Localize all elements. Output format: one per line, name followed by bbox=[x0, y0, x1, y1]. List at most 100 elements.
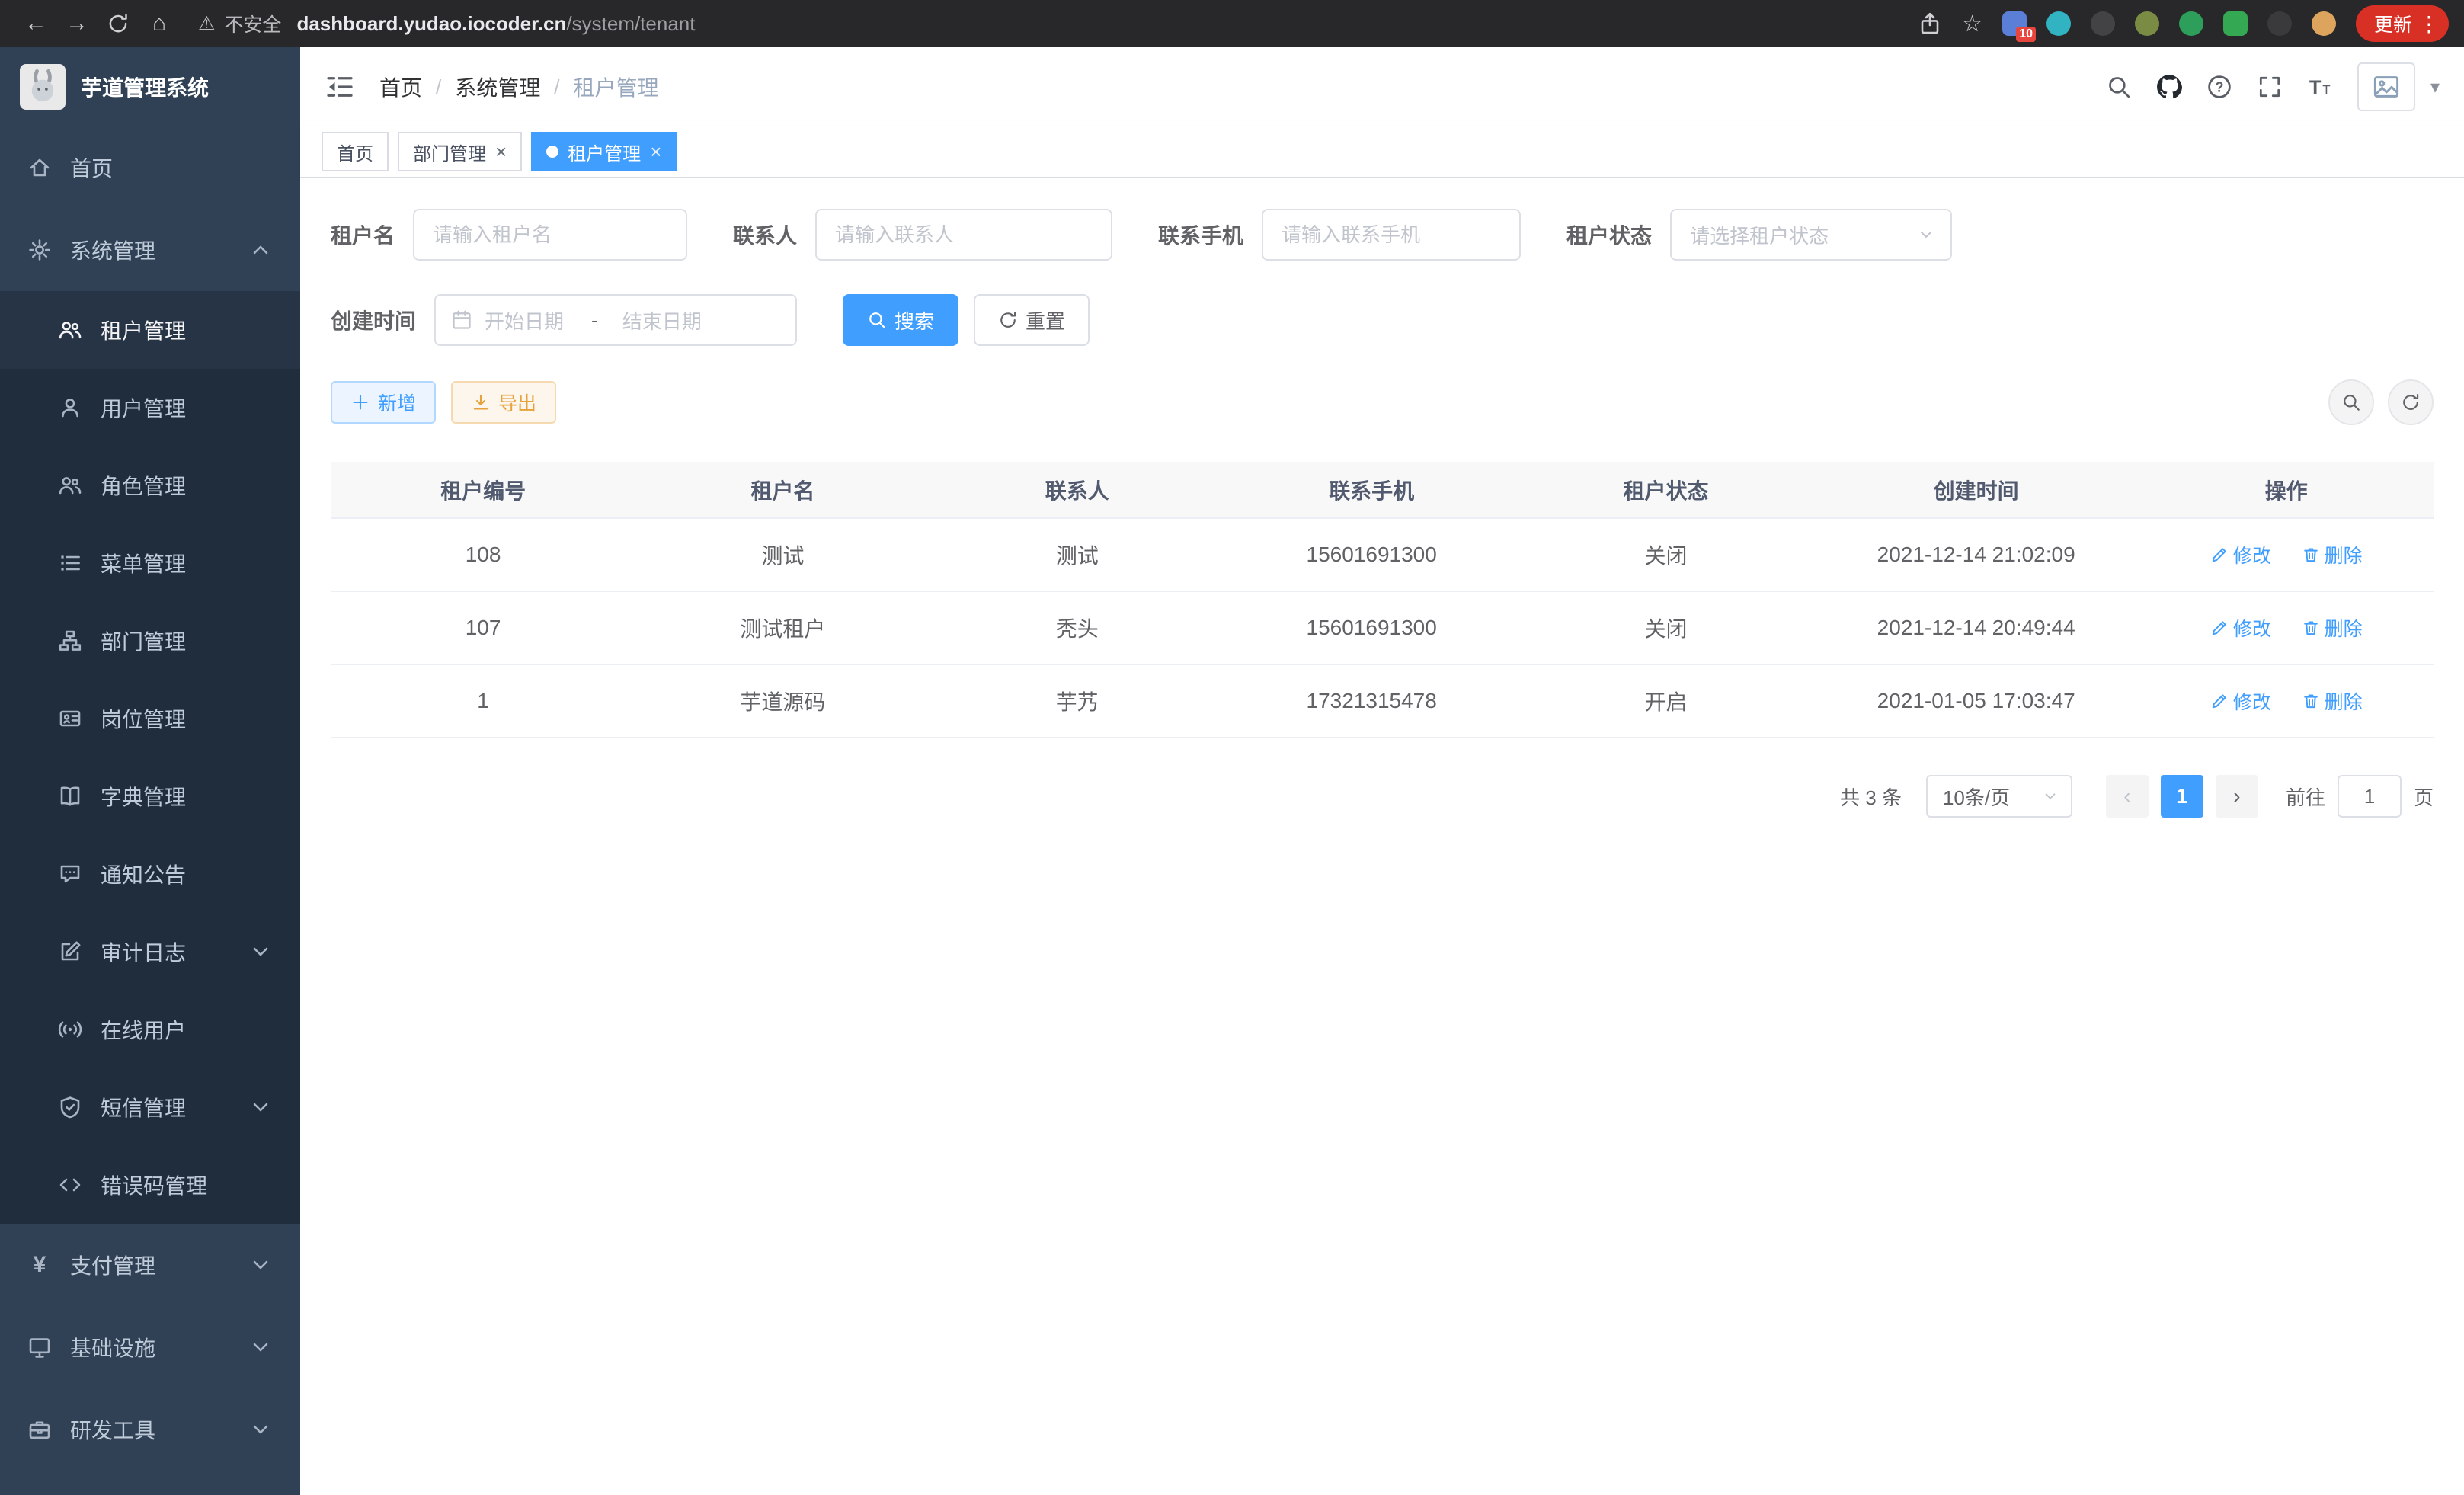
book-icon bbox=[58, 784, 82, 808]
search-button[interactable]: 搜索 bbox=[843, 294, 958, 346]
chevron-down-icon bbox=[248, 1335, 273, 1359]
cell-tenant-name: 测试 bbox=[635, 518, 930, 591]
goto-page-input[interactable] bbox=[2338, 775, 2402, 818]
toggle-search-button[interactable] bbox=[2328, 379, 2374, 425]
security-label[interactable]: 不安全 bbox=[224, 10, 281, 37]
goto-label: 前往 bbox=[2286, 783, 2325, 811]
tenant-status-label: 租户状态 bbox=[1566, 219, 1652, 250]
sidebar-item-tenant[interactable]: 租户管理 bbox=[0, 291, 300, 369]
download-icon bbox=[471, 392, 491, 412]
pagination: 共 3 条 10条/页 ‹ 1 › 前往 页 bbox=[331, 775, 2434, 818]
table-row: 107 测试租户 秃头 15601691300 关闭 2021-12-14 20… bbox=[331, 591, 2434, 664]
contact-input[interactable] bbox=[815, 209, 1112, 261]
mobile-input[interactable] bbox=[1262, 209, 1521, 261]
caret-down-icon[interactable]: ▾ bbox=[2430, 76, 2440, 98]
avatar[interactable] bbox=[2357, 62, 2415, 111]
add-button[interactable]: 新增 bbox=[331, 381, 436, 424]
create-time-range-picker[interactable]: 开始日期 - 结束日期 bbox=[434, 294, 797, 346]
sidebar-item-online-user[interactable]: 在线用户 bbox=[0, 991, 300, 1068]
browser-reload-icon[interactable] bbox=[98, 3, 139, 44]
cell-created: 2021-12-14 20:49:44 bbox=[1813, 591, 2139, 664]
tab-tenant[interactable]: 租户管理 × bbox=[531, 132, 677, 171]
sidebar-item-dict[interactable]: 字典管理 bbox=[0, 757, 300, 835]
fullscreen-icon[interactable] bbox=[2257, 74, 2283, 100]
share-icon[interactable] bbox=[1918, 11, 1942, 36]
browser-chrome: ← → ⌂ ⚠ 不安全 dashboard.yudao.iocoder.cn/s… bbox=[0, 0, 2464, 47]
extension-icon-7[interactable] bbox=[2267, 11, 2292, 36]
sidebar-item-dept[interactable]: 部门管理 bbox=[0, 602, 300, 680]
browser-forward-icon[interactable]: → bbox=[56, 3, 98, 44]
cell-contact: 芋艿 bbox=[930, 664, 1224, 738]
reset-button[interactable]: 重置 bbox=[974, 294, 1090, 346]
sidebar-item-dev-tools[interactable]: 研发工具 bbox=[0, 1388, 300, 1471]
breadcrumb-home[interactable]: 首页 bbox=[379, 72, 422, 102]
search-icon[interactable] bbox=[2106, 74, 2132, 100]
question-icon[interactable] bbox=[2206, 74, 2232, 100]
sidebar-item-sms[interactable]: 短信管理 bbox=[0, 1068, 300, 1146]
cell-status: 关闭 bbox=[1518, 518, 1813, 591]
close-icon[interactable]: × bbox=[495, 142, 507, 162]
tags-view-bar: 首页 部门管理 × 租户管理 × bbox=[300, 126, 2464, 178]
extension-icon-6[interactable] bbox=[2223, 11, 2248, 36]
col-mobile: 联系手机 bbox=[1224, 462, 1518, 518]
page-number-button[interactable]: 1 bbox=[2161, 775, 2203, 818]
sidebar-item-notice[interactable]: 通知公告 bbox=[0, 835, 300, 913]
extension-icon-5[interactable] bbox=[2179, 11, 2203, 36]
sidebar-item-system[interactable]: 系统管理 bbox=[0, 209, 300, 291]
pencil-icon bbox=[2210, 619, 2229, 637]
delete-link[interactable]: 删除 bbox=[2302, 687, 2363, 715]
sidebar-item-role[interactable]: 角色管理 bbox=[0, 447, 300, 524]
tenant-name-input[interactable] bbox=[413, 209, 687, 261]
tenant-status-select[interactable]: 请选择租户状态 bbox=[1670, 209, 1952, 261]
user-icon bbox=[58, 395, 82, 420]
mobile-label: 联系手机 bbox=[1158, 219, 1243, 250]
url-domain: dashboard.yudao.iocoder.cn bbox=[296, 12, 566, 36]
sidebar-item-audit-log[interactable]: 审计日志 bbox=[0, 913, 300, 991]
sidebar-item-error-code[interactable]: 错误码管理 bbox=[0, 1146, 300, 1224]
refresh-table-button[interactable] bbox=[2388, 379, 2434, 425]
yen-icon: ¥ bbox=[27, 1252, 52, 1278]
extension-icon-8[interactable] bbox=[2312, 11, 2336, 36]
edit-link[interactable]: 修改 bbox=[2210, 687, 2271, 715]
sidebar-item-menu[interactable]: 菜单管理 bbox=[0, 524, 300, 602]
edit-link[interactable]: 修改 bbox=[2210, 614, 2271, 642]
delete-link[interactable]: 删除 bbox=[2302, 614, 2363, 642]
extension-icon-2[interactable] bbox=[2046, 11, 2071, 36]
table-row: 108 测试 测试 15601691300 关闭 2021-12-14 21:0… bbox=[331, 518, 2434, 591]
sidebar-item-home[interactable]: 首页 bbox=[0, 126, 300, 209]
chevron-down-icon bbox=[2042, 788, 2059, 805]
sidebar-item-user[interactable]: 用户管理 bbox=[0, 369, 300, 447]
github-icon[interactable] bbox=[2156, 74, 2182, 100]
top-navbar: 首页 / 系统管理 / 租户管理 ▾ bbox=[300, 47, 2464, 126]
sidebar-collapse-icon[interactable] bbox=[325, 72, 355, 102]
extension-icon-4[interactable] bbox=[2135, 11, 2159, 36]
extension-icon-1[interactable]: 10 bbox=[2002, 11, 2027, 36]
bookmark-star-icon[interactable]: ☆ bbox=[1962, 11, 1982, 37]
tab-dept[interactable]: 部门管理 × bbox=[398, 132, 522, 171]
warning-icon: ⚠ bbox=[198, 12, 215, 35]
tab-home[interactable]: 首页 bbox=[322, 132, 389, 171]
address-bar[interactable]: dashboard.yudao.iocoder.cn/system/tenant bbox=[296, 12, 1918, 36]
next-page-button[interactable]: › bbox=[2216, 775, 2258, 818]
kebab-menu-icon[interactable]: ⋮ bbox=[2418, 11, 2440, 37]
col-contact: 联系人 bbox=[930, 462, 1224, 518]
prev-page-button[interactable]: ‹ bbox=[2106, 775, 2149, 818]
cell-status: 开启 bbox=[1518, 664, 1813, 738]
extension-icon-3[interactable] bbox=[2091, 11, 2115, 36]
cell-created: 2021-01-05 17:03:47 bbox=[1813, 664, 2139, 738]
browser-back-icon[interactable]: ← bbox=[15, 3, 56, 44]
sidebar-item-post[interactable]: 岗位管理 bbox=[0, 680, 300, 757]
browser-update-button[interactable]: 更新 ⋮ bbox=[2356, 5, 2449, 42]
browser-home-icon[interactable]: ⌂ bbox=[139, 3, 180, 44]
close-icon[interactable]: × bbox=[650, 142, 661, 162]
breadcrumb-system[interactable]: 系统管理 bbox=[455, 72, 540, 102]
page-size-select[interactable]: 10条/页 bbox=[1926, 775, 2072, 818]
col-tenant-id: 租户编号 bbox=[331, 462, 635, 518]
delete-link[interactable]: 删除 bbox=[2302, 541, 2363, 568]
sidebar-item-payment[interactable]: ¥ 支付管理 bbox=[0, 1224, 300, 1306]
sidebar-item-infra[interactable]: 基础设施 bbox=[0, 1306, 300, 1388]
edit-link[interactable]: 修改 bbox=[2210, 541, 2271, 568]
export-button[interactable]: 导出 bbox=[451, 381, 556, 424]
font-size-icon[interactable] bbox=[2307, 74, 2333, 100]
logo[interactable]: 芋道管理系统 bbox=[0, 47, 300, 126]
